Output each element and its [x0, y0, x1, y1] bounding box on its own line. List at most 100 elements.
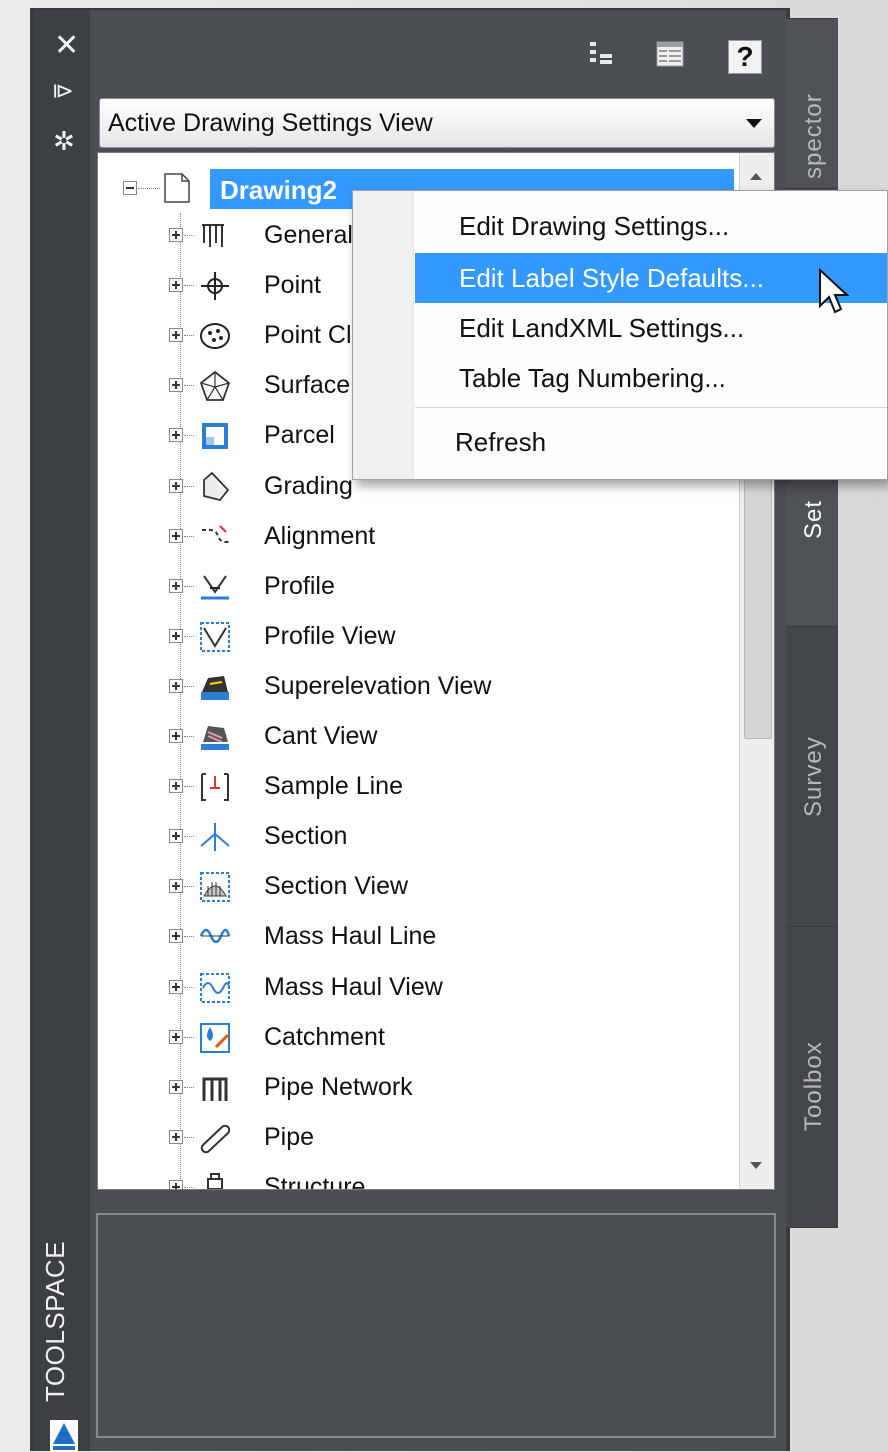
expand-icon[interactable] [169, 278, 183, 293]
tree-connector [184, 485, 194, 487]
pipe-icon [198, 1121, 232, 1155]
expand-icon[interactable] [169, 1079, 183, 1094]
profile-view-icon [198, 620, 232, 654]
tree-item-cant-view[interactable]: Cant View [98, 714, 738, 758]
tree-item-structure[interactable]: Structure [98, 1165, 738, 1190]
tree-connector [184, 736, 194, 737]
expand-icon[interactable] [169, 779, 183, 794]
tab-survey[interactable]: Survey [786, 626, 838, 928]
tree-item-label: Grading [264, 471, 353, 500]
tree-item-alignment[interactable]: Alignment [98, 514, 738, 558]
sample-line-icon [198, 770, 232, 804]
menu-item-edit-label-style-defaults[interactable]: Edit Label Style Defaults... [415, 253, 887, 303]
tree-connector [184, 235, 194, 236]
pipe-network-icon [198, 1071, 232, 1105]
tree-item-pipe-network[interactable]: Pipe Network [98, 1065, 738, 1109]
point-icon [198, 269, 232, 303]
tree-connector [184, 535, 194, 537]
expand-icon[interactable] [169, 378, 183, 393]
view-selector-value: Active Drawing Settings View [108, 109, 433, 137]
tree-item-label: Section [264, 822, 348, 851]
tree-item-section[interactable]: Section [98, 814, 738, 858]
tree-item-profile[interactable]: Profile [98, 564, 738, 608]
tree-connector [184, 986, 194, 988]
chevron-down-icon [746, 119, 762, 128]
tree-item-section-view[interactable]: Section View [98, 864, 738, 908]
mouse-cursor-icon [818, 267, 852, 323]
expand-icon[interactable] [169, 578, 183, 593]
tree-connector [184, 385, 194, 387]
tree-item-label: Section View [264, 872, 409, 901]
section-view-icon [198, 870, 232, 904]
item-view-icon[interactable] [655, 38, 687, 70]
menu-separator [415, 407, 887, 408]
tree-item-label: Alignment [264, 521, 376, 550]
parcel-icon [198, 419, 232, 453]
scroll-up-icon[interactable] [750, 173, 762, 180]
tree-connector [184, 435, 194, 437]
expand-icon[interactable] [169, 879, 183, 894]
menu-item-edit-drawing-settings[interactable]: Edit Drawing Settings... [415, 201, 887, 251]
tree-item-label: Catchment [264, 1022, 385, 1051]
expand-icon[interactable] [169, 929, 183, 944]
tree-item-label: Superelevation View [264, 671, 492, 700]
expand-icon[interactable] [169, 678, 183, 693]
tree-item-label: Mass Haul View [264, 972, 443, 1001]
menu-item-table-tag-numbering[interactable]: Table Tag Numbering... [415, 353, 887, 403]
expand-icon[interactable] [169, 478, 183, 493]
help-button[interactable]: ? [728, 40, 762, 74]
tree-item-superelevation-view[interactable]: Superelevation View [98, 664, 738, 708]
expand-icon[interactable] [169, 328, 183, 343]
tab-prospector[interactable]: spector [786, 18, 838, 190]
tree-item-label: Structure [264, 1172, 366, 1190]
tree-connector [184, 1086, 194, 1088]
tree-connector [184, 836, 194, 838]
expand-icon[interactable] [169, 628, 183, 643]
expand-icon[interactable] [169, 1129, 183, 1144]
tree-item-label: Point [264, 271, 321, 300]
expand-icon[interactable] [169, 979, 183, 994]
grading-icon [198, 470, 232, 504]
tree-connector [184, 786, 194, 788]
tree-connector [184, 886, 194, 888]
tree-item-catchment[interactable]: Catchment [98, 1015, 738, 1059]
tree-item-label: Mass Haul Line [264, 922, 437, 951]
tab-toolbox[interactable]: Toolbox [786, 926, 838, 1228]
tree-connector [138, 188, 160, 189]
tree-item-sample-line[interactable]: Sample Line [98, 764, 738, 808]
tree-connector [184, 936, 194, 938]
expand-icon[interactable] [169, 1029, 183, 1044]
expand-icon[interactable] [169, 528, 183, 543]
view-selector-dropdown[interactable]: Active Drawing Settings View [99, 98, 775, 148]
expand-icon[interactable] [169, 829, 183, 844]
expand-icon[interactable] [169, 428, 183, 443]
tree-item-label: Cant View [264, 722, 378, 750]
alignment-icon [198, 520, 232, 554]
tree-connector [184, 685, 194, 687]
cant-view-icon [198, 720, 232, 754]
menu-item-edit-landxml-settings[interactable]: Edit LandXML Settings... [415, 303, 887, 353]
tree-item-label: Sample Line [264, 772, 403, 801]
collapse-icon[interactable] [123, 181, 137, 195]
tree-connector [184, 285, 194, 287]
tree-item-label: Pipe [264, 1122, 315, 1151]
expand-icon[interactable] [169, 729, 183, 743]
expand-icon[interactable] [169, 1179, 183, 1189]
context-menu: Edit Drawing Settings... Edit Label Styl… [352, 190, 888, 480]
tree-item-mass-haul-line[interactable]: Mass Haul Line [98, 914, 738, 958]
toolspace-title: TOOLSPACE [40, 1240, 70, 1402]
tree-item-profile-view[interactable]: Profile View [98, 614, 738, 658]
tree-view-icon[interactable] [586, 38, 618, 70]
tree-connector [184, 635, 194, 637]
tree-item-pipe[interactable]: Pipe [98, 1115, 738, 1159]
surface-icon [198, 369, 232, 403]
expand-icon[interactable] [169, 228, 183, 242]
scroll-down-icon[interactable] [750, 1162, 762, 1169]
tree-item-label: Profile View [264, 621, 396, 650]
tree-item-mass-haul-view[interactable]: Mass Haul View [98, 965, 738, 1009]
item-preview-area [96, 1213, 776, 1438]
civil3d-logo-icon [50, 1420, 78, 1452]
menu-item-refresh[interactable]: Refresh [415, 417, 887, 467]
tree-item-label: Parcel [264, 421, 335, 450]
profile-icon [198, 570, 232, 604]
